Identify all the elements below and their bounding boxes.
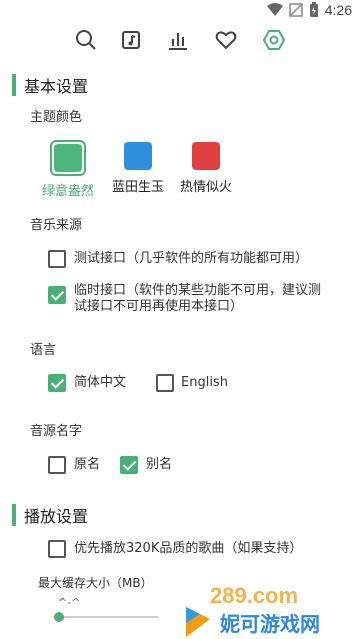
tab-favorites[interactable] [212, 26, 240, 54]
section-play-settings: 播放设置 [12, 504, 88, 526]
section-accent-bar [12, 504, 16, 526]
tab-search[interactable] [72, 26, 100, 54]
theme-option-blue[interactable]: 蓝田生玉 [112, 142, 164, 195]
section-title: 播放设置 [24, 507, 89, 526]
battery-icon [309, 2, 318, 17]
source-temp-checkbox[interactable] [48, 286, 66, 304]
clock: 4:26 [324, 2, 352, 18]
settings-icon [262, 30, 286, 50]
source-temp-label-line2: 试接口不可用再使用本接口） [74, 299, 244, 314]
music-file-icon [122, 31, 140, 49]
tab-settings[interactable] [260, 26, 288, 54]
section-title: 基本设置 [24, 77, 89, 96]
lang-zh-label: 简体中文 [74, 375, 127, 390]
source-test-label: 测试接口（几乎软件的所有功能都可用） [74, 251, 309, 266]
music-source-label: 音乐来源 [30, 218, 83, 233]
theme-name: 蓝田生玉 [112, 180, 165, 195]
lang-en-label: English [181, 375, 228, 390]
tab-charts[interactable] [164, 26, 192, 54]
section-accent-bar [12, 74, 16, 96]
chart-icon [169, 33, 187, 50]
lang-zh-checkbox[interactable] [48, 374, 66, 392]
status-icons: 4:26 [266, 2, 352, 18]
status-bar: 4:26 [0, 0, 360, 24]
color-swatch [54, 144, 82, 172]
lang-en-checkbox[interactable] [156, 374, 174, 392]
watermark-brand: 妮可游戏网 [219, 612, 320, 636]
signal-off-icon [289, 3, 303, 17]
top-tab-bar [0, 26, 360, 58]
color-swatch [124, 142, 152, 170]
language-label: 语言 [30, 343, 57, 358]
watermark-site: 289.com [210, 583, 298, 608]
cache-value-hint: ^-^ [58, 596, 81, 609]
source-name-label: 音源名字 [30, 424, 83, 439]
wifi-icon [266, 3, 283, 16]
theme-name: 绿意盎然 [42, 184, 95, 199]
tab-local-music[interactable] [118, 26, 146, 54]
source-test-checkbox[interactable] [48, 250, 66, 268]
cache-slider-track[interactable] [58, 616, 158, 618]
section-basic-settings: 基本设置 [12, 74, 88, 96]
cache-slider-thumb[interactable] [54, 612, 64, 622]
heart-icon [215, 31, 237, 50]
site-logo: 289.com 妮可游戏网 [186, 583, 320, 637]
srcname-alias-checkbox[interactable] [120, 456, 138, 474]
theme-option-green[interactable]: 绿意盎然 [42, 140, 94, 199]
watermark-overlay: 289.com 妮可游戏网 [180, 579, 360, 639]
search-icon [76, 30, 96, 50]
srcname-original-checkbox[interactable] [48, 456, 66, 474]
color-swatch [192, 142, 220, 170]
srcname-alias-label: 别名 [146, 457, 173, 472]
theme-name: 热情似火 [180, 180, 233, 195]
prefer-320k-checkbox[interactable] [48, 540, 66, 558]
theme-color-label: 主题颜色 [30, 110, 83, 125]
srcname-original-label: 原名 [74, 457, 101, 472]
prefer-320k-label: 优先播放320K品质的歌曲（如果支持） [74, 541, 303, 556]
theme-option-red[interactable]: 热情似火 [180, 142, 232, 195]
cache-size-label: 最大缓存大小（MB） [38, 576, 153, 590]
selected-frame [50, 140, 86, 176]
